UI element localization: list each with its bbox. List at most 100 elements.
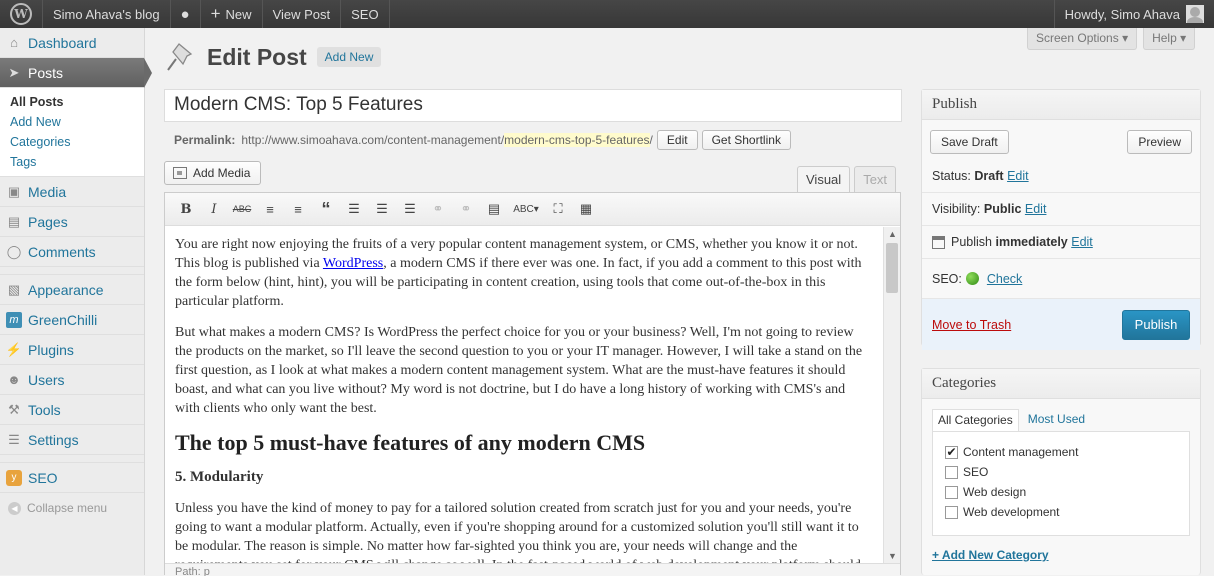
collapse-menu-button[interactable]: ◀ Collapse menu [0,493,144,523]
add-category-row: + Add New Category [922,536,1200,574]
numbered-list-icon[interactable]: ≡ [287,198,309,220]
submenu-categories[interactable]: Categories [0,132,144,152]
sidebar-item-label: Appearance [28,281,104,298]
major-publishing-actions: Move to Trash Publish [922,299,1200,350]
add-new-category-link[interactable]: + Add New Category [932,548,1049,562]
site-name-link[interactable]: Simo Ahava's blog [43,0,171,28]
checkbox[interactable] [945,485,958,499]
content-paragraph: You are right now enjoying the fruits of… [175,237,862,309]
publish-time-row: Publish immediately Edit [922,226,1200,259]
tab-all-categories[interactable]: All Categories [932,409,1019,431]
blockquote-icon[interactable]: “ [315,198,337,220]
category-item[interactable]: ✔ Content management [945,442,1177,462]
publish-button[interactable]: Publish [1122,309,1190,340]
sidebar-item-dashboard[interactable]: ⌂ Dashboard [0,28,144,58]
edit-permalink-button[interactable]: Edit [656,130,698,150]
submenu-tags[interactable]: Tags [0,152,144,172]
categories-heading: Categories [922,369,1200,399]
publish-time-value: immediately [995,235,1068,249]
align-center-icon[interactable]: ☰ [371,198,393,220]
get-shortlink-button[interactable]: Get Shortlink [701,130,791,150]
plus-icon: + [210,4,221,23]
scroll-up-icon[interactable]: ▲ [888,229,897,239]
align-right-icon[interactable]: ☰ [399,198,421,220]
editor-content[interactable]: You are right now enjoying the fruits of… [165,227,883,563]
seo-check-link[interactable]: Check [987,272,1022,286]
status-value: Draft [974,169,1004,183]
unlink-icon[interactable]: ⚭ [455,198,477,220]
category-item[interactable]: Web design [945,482,1177,502]
wordpress-logo-menu[interactable]: W [0,0,43,28]
edit-visibility-link[interactable]: Edit [1025,202,1047,216]
view-post-link[interactable]: View Post [263,0,342,28]
permalink-base-url: http://www.simoahava.com/content-managem… [241,133,505,147]
sidebar-item-label: GreenChilli [28,311,98,328]
media-icon [173,167,187,179]
permalink-end: / [649,133,653,147]
sidebar-item-tools[interactable]: ⚒ Tools [0,395,144,425]
edit-status-link[interactable]: Edit [1007,169,1029,183]
move-to-trash-link[interactable]: Move to Trash [932,318,1011,332]
checkbox[interactable] [945,505,958,519]
spellcheck-icon[interactable]: ABC▾ [511,198,541,220]
howdy-label: Howdy, Simo Ahava [1064,6,1180,22]
wordpress-link[interactable]: WordPress [323,256,383,271]
sidebar-item-comments[interactable]: ◯ Comments [0,237,144,267]
tab-visual[interactable]: Visual [797,166,851,192]
add-new-post-button[interactable]: Add New [316,47,382,67]
edit-publish-time-link[interactable]: Edit [1071,235,1093,249]
fullscreen-icon[interactable]: ⛶ [547,198,569,220]
save-draft-button[interactable]: Save Draft [930,130,1009,154]
scrollbar-thumb[interactable] [886,243,898,293]
permalink-label: Permalink: [174,133,236,147]
content-paragraph: Unless you have the kind of money to pay… [175,501,861,563]
align-left-icon[interactable]: ☰ [343,198,365,220]
submenu-all-posts[interactable]: All Posts [0,92,144,112]
add-media-button[interactable]: Add Media [164,161,262,185]
editor-scrollbar[interactable]: ▲ ▼ [883,227,900,563]
my-account-menu[interactable]: Howdy, Simo Ahava [1053,0,1214,28]
status-label: Status: [932,169,971,183]
help-button[interactable]: Help ▾ [1143,28,1196,50]
chevron-down-icon: ▾ [1122,31,1129,45]
checkbox-checked[interactable]: ✔ [945,445,958,459]
sidebar-item-pages[interactable]: ▤ Pages [0,207,144,237]
avatar [1186,5,1204,23]
comments-menu[interactable]: ● [171,0,201,28]
content-paragraph: But what makes a modern CMS? Is WordPres… [175,325,863,416]
sidebar-item-greenchilli[interactable]: m GreenChilli [0,305,144,335]
sidebar-item-posts[interactable]: ➤ Posts [0,58,152,88]
editor-tabs: Visual Text [797,166,897,192]
preview-button[interactable]: Preview [1127,130,1192,154]
minor-publishing-actions: Save Draft Preview [922,120,1200,160]
kitchen-sink-icon[interactable]: ▦ [575,198,597,220]
screen-options-button[interactable]: Screen Options ▾ [1027,28,1138,50]
italic-icon[interactable]: I [203,198,225,220]
checkbox[interactable] [945,465,958,479]
sidebar-item-label: Media [28,183,67,200]
menu-separator [0,267,144,275]
permalink-slug[interactable]: modern-cms-top-5-features [504,133,650,147]
scroll-down-icon[interactable]: ▼ [888,551,897,561]
seo-menu[interactable]: SEO [341,0,390,28]
submenu-add-new[interactable]: Add New [0,112,144,132]
sidebar-item-users[interactable]: ☻ Users [0,365,144,395]
sidebar-item-plugins[interactable]: ⚡ Plugins [0,335,144,365]
sidebar-item-label: Settings [28,431,79,448]
tab-text[interactable]: Text [854,166,897,192]
category-label: Web development [963,505,1060,519]
strikethrough-icon[interactable]: ABC [231,198,253,220]
bullet-list-icon[interactable]: ≡ [259,198,281,220]
new-content-menu[interactable]: + New [201,0,263,28]
sidebar-item-appearance[interactable]: ▧ Appearance [0,275,144,305]
post-title-input[interactable]: Modern CMS: Top 5 Features [164,89,902,122]
more-tag-icon[interactable]: ▤ [483,198,505,220]
sidebar-item-settings[interactable]: ☰ Settings [0,425,144,455]
sidebar-item-seo[interactable]: y SEO [0,463,144,493]
link-icon[interactable]: ⚭ [427,198,449,220]
bold-icon[interactable]: B [175,198,197,220]
category-item[interactable]: Web development [945,502,1177,522]
tab-most-used[interactable]: Most Used [1023,409,1090,431]
sidebar-item-media[interactable]: ▣ Media [0,177,144,207]
category-item[interactable]: SEO [945,462,1177,482]
